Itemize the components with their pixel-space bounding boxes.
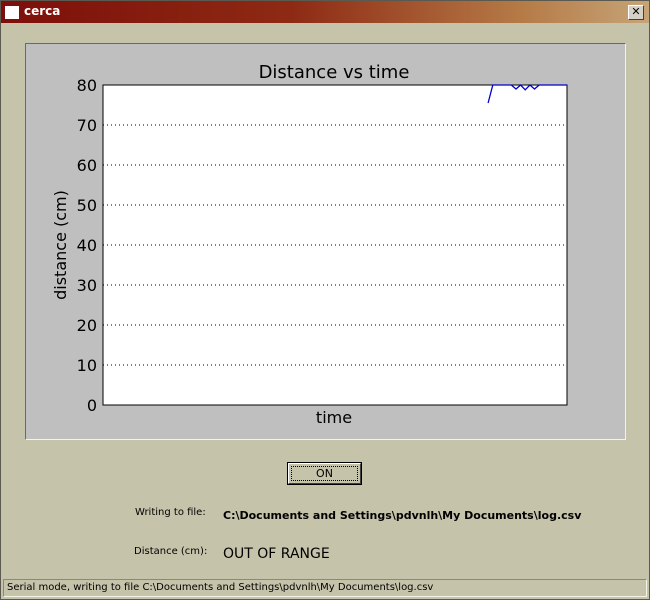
y-tick-label: 70 <box>77 116 97 135</box>
y-axis-label: distance (cm) <box>51 190 70 300</box>
plot-panel: Distance vs time 0 10 20 30 40 50 60 70 80 time … <box>25 43 626 440</box>
y-tick-label: 20 <box>77 316 97 335</box>
y-tick-label: 50 <box>77 196 97 215</box>
on-toggle-button[interactable]: ON <box>288 463 361 484</box>
close-button[interactable]: ✕ <box>628 5 644 20</box>
y-tick-label: 0 <box>87 396 97 415</box>
title-bar[interactable]: cerca ✕ <box>1 1 649 23</box>
window-icon <box>5 6 19 19</box>
y-tick-label: 30 <box>77 276 97 295</box>
window-title: cerca <box>24 4 61 18</box>
y-tick-label: 60 <box>77 156 97 175</box>
app-window: cerca ✕ Distance vs time 0 10 20 30 40 50 60 70… <box>0 0 650 600</box>
distance-value: OUT OF RANGE <box>223 546 330 562</box>
y-tick-label: 10 <box>77 356 97 375</box>
status-bar: Serial mode, writing to file C:\Document… <box>3 579 647 597</box>
y-tick-label: 40 <box>77 236 97 255</box>
x-axis-label: time <box>316 408 352 427</box>
chart-title: Distance vs time <box>259 62 410 83</box>
on-toggle-label: ON <box>316 467 333 480</box>
file-label: Writing to file: <box>135 507 206 518</box>
distance-chart: Distance vs time 01020304050607080 time … <box>51 62 568 427</box>
y-tick-label: 80 <box>77 76 97 95</box>
file-path-value: C:\Documents and Settings\pdvnlh\My Docu… <box>223 509 582 522</box>
distance-label: Distance (cm): <box>134 546 208 557</box>
y-tick-labels: 0 10 20 30 40 50 60 70 80 <box>77 76 97 415</box>
